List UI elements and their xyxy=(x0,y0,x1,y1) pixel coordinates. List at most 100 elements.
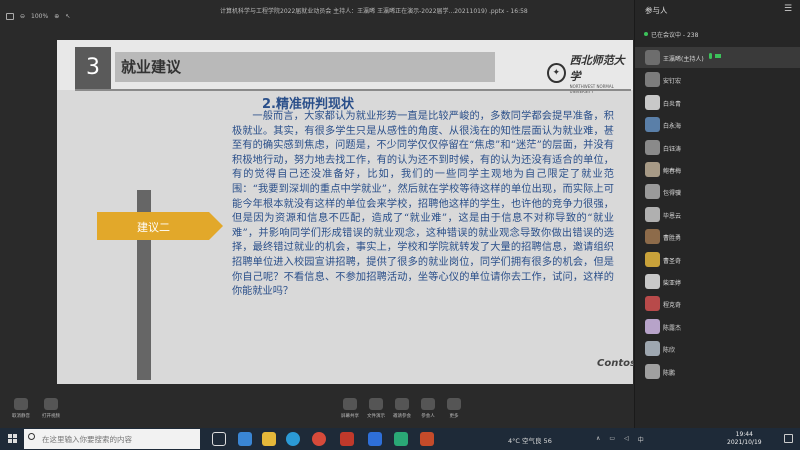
participant-row[interactable]: 包得骥 xyxy=(635,181,800,202)
screen-share-label: 屏幕共享 xyxy=(341,414,359,419)
presentation-slide: 3 就业建议 ✦ 西北师范大学 NORTHWEST NORMAL UNIVERS… xyxy=(57,40,636,384)
avatar xyxy=(645,363,660,379)
slide-number: 3 xyxy=(75,47,111,89)
more-button[interactable]: 更多 xyxy=(439,398,469,419)
panel-title: 参与人 xyxy=(645,6,668,15)
view-tools: ⊖ 100% ⊕ ↖ xyxy=(6,13,70,20)
participant-name: 安钉宏 xyxy=(663,78,682,86)
university-logo: ✦ 西北师范大学 NORTHWEST NORMAL UNIVERSITY xyxy=(547,52,633,94)
weather-widget[interactable]: 4°C 空气良 56 xyxy=(508,435,552,445)
participant-row[interactable]: 程克奇 xyxy=(635,293,800,314)
camera-active-icon xyxy=(715,54,721,58)
avatar xyxy=(645,94,660,110)
avatar xyxy=(645,341,660,357)
panel-menu-icon[interactable]: ☰ xyxy=(784,4,792,14)
signpost-label: 建议二 xyxy=(137,221,170,234)
participant-row[interactable]: 陈鹏 xyxy=(635,361,800,382)
powerpoint-icon[interactable] xyxy=(420,432,434,446)
participant-name: 包得骥 xyxy=(663,190,682,198)
avatar xyxy=(645,318,660,334)
participant-row[interactable]: 白炎青 xyxy=(635,92,800,113)
search-input[interactable] xyxy=(42,429,192,449)
zoom-out-icon[interactable]: ⊖ xyxy=(20,13,25,20)
people-icon xyxy=(421,398,435,410)
camera-icon xyxy=(44,398,58,410)
participant-row[interactable]: 陈欣 xyxy=(635,338,800,359)
taskbar-clock[interactable]: 19:44 2021/10/19 xyxy=(727,431,762,447)
notification-icon[interactable] xyxy=(784,434,793,443)
explorer-icon[interactable] xyxy=(238,432,252,446)
file-present-label: 文件演示 xyxy=(367,414,385,419)
meeting-app-icon[interactable] xyxy=(368,432,382,446)
participant-row[interactable]: 曹胜勇 xyxy=(635,226,800,247)
slide-body-text: 一般而言，大家都认为就业形势一直是比较严峻的，多数同学都会提早准备，积极就业。其… xyxy=(232,111,614,298)
university-name: 西北师范大学 xyxy=(569,54,625,83)
participant-name: 柴亚婷 xyxy=(663,280,682,287)
zoom-in-icon[interactable]: ⊕ xyxy=(54,13,59,20)
input-method-icon[interactable]: 中 xyxy=(638,435,644,444)
participant-name: 毕恩云 xyxy=(663,212,682,220)
slide-header-title: 就业建议 xyxy=(121,58,182,76)
participant-row[interactable]: 毕恩云 xyxy=(635,204,800,225)
invite-icon xyxy=(395,398,409,410)
wps-icon[interactable] xyxy=(340,432,354,446)
participant-name: 陈露杰 xyxy=(663,324,682,332)
tray-expand-icon[interactable]: ∧ xyxy=(596,435,600,444)
participant-row[interactable]: 王瀛晞(主持人) xyxy=(635,47,800,68)
participant-name: 程克奇 xyxy=(663,302,682,310)
task-view-icon[interactable] xyxy=(212,432,226,446)
avatar xyxy=(645,251,660,267)
window-title: 计算机科学与工程学院2022届就业动员会 主持人：王瀛晞 王瀛晞正在演示-202… xyxy=(220,8,528,15)
search-icon xyxy=(28,433,35,440)
more-icon xyxy=(447,398,461,410)
screen-share-icon xyxy=(343,398,357,410)
participant-name: 曹胜勇 xyxy=(663,235,682,243)
pointer-icon[interactable]: ↖ xyxy=(65,13,70,20)
avatar xyxy=(645,184,660,200)
participant-name: 王瀛晞(主持人) xyxy=(663,56,704,63)
avatar xyxy=(645,206,660,222)
video-button[interactable]: 打开视频 xyxy=(36,398,66,419)
participant-name: 白炎青 xyxy=(663,100,682,108)
unmute-button[interactable]: 取消静音 xyxy=(6,398,36,419)
zoom-level: 100% xyxy=(31,13,49,20)
participant-row[interactable]: 鲍春梅 xyxy=(635,159,800,180)
university-seal-icon: ✦ xyxy=(547,63,566,83)
avatar xyxy=(645,229,660,245)
participant-name: 白钰涛 xyxy=(663,145,682,153)
avatar xyxy=(645,72,660,88)
participant-name: 陈欣 xyxy=(663,347,676,355)
thumbnail-icon[interactable] xyxy=(6,13,14,20)
chrome-icon[interactable] xyxy=(312,432,326,446)
system-tray: ∧ ▭ ◁ 中 xyxy=(596,435,644,444)
participant-row[interactable]: 白永海 xyxy=(635,114,800,135)
meeting-controls: 取消静音 打开视频 屏幕共享 文件演示 邀请参会 参会人 更多 xyxy=(0,388,634,428)
windows-logo-icon xyxy=(8,434,12,438)
meeting-top-bar: 计算机科学与工程学院2022届就业动员会 主持人：王瀛晞 王瀛晞正在演示-202… xyxy=(0,0,634,20)
volume-icon[interactable]: ◁ xyxy=(624,435,629,444)
signpost-board: 建议二 xyxy=(97,212,223,240)
participant-row[interactable]: 白钰涛 xyxy=(635,137,800,158)
participant-name: 白永海 xyxy=(663,123,682,131)
windows-taskbar: 4°C 空气良 56 ∧ ▭ ◁ 中 19:44 2021/10/19 xyxy=(0,428,800,450)
folder-icon[interactable] xyxy=(262,432,276,446)
clock-time: 19:44 xyxy=(735,431,753,438)
avatar xyxy=(645,274,660,289)
participants-panel: 参与人 ☰ 已在会议中 - 238 王瀛晞(主持人) 安钉宏白炎青白永海白钰涛鲍春… xyxy=(634,0,800,428)
network-icon[interactable]: ▭ xyxy=(609,435,615,444)
start-button[interactable] xyxy=(8,434,18,444)
participant-row[interactable]: 安钉宏 xyxy=(635,69,800,90)
participant-name: 曹圣奇 xyxy=(663,257,682,265)
wechat-icon[interactable] xyxy=(394,432,408,446)
footer-logo: Contos xyxy=(597,358,636,369)
participant-name: 鲍春梅 xyxy=(663,168,682,175)
in-meeting-count: 已在会议中 - 238 xyxy=(651,32,699,39)
participant-row[interactable]: 陈露杰 xyxy=(635,316,800,337)
avatar xyxy=(645,139,660,155)
microphone-active-icon xyxy=(709,53,712,59)
participant-row[interactable]: 柴亚婷 xyxy=(635,271,800,292)
participant-row[interactable]: 曹圣奇 xyxy=(635,249,800,270)
taskbar-search[interactable] xyxy=(24,429,200,449)
avatar xyxy=(645,296,660,312)
edge-icon[interactable] xyxy=(286,432,300,446)
